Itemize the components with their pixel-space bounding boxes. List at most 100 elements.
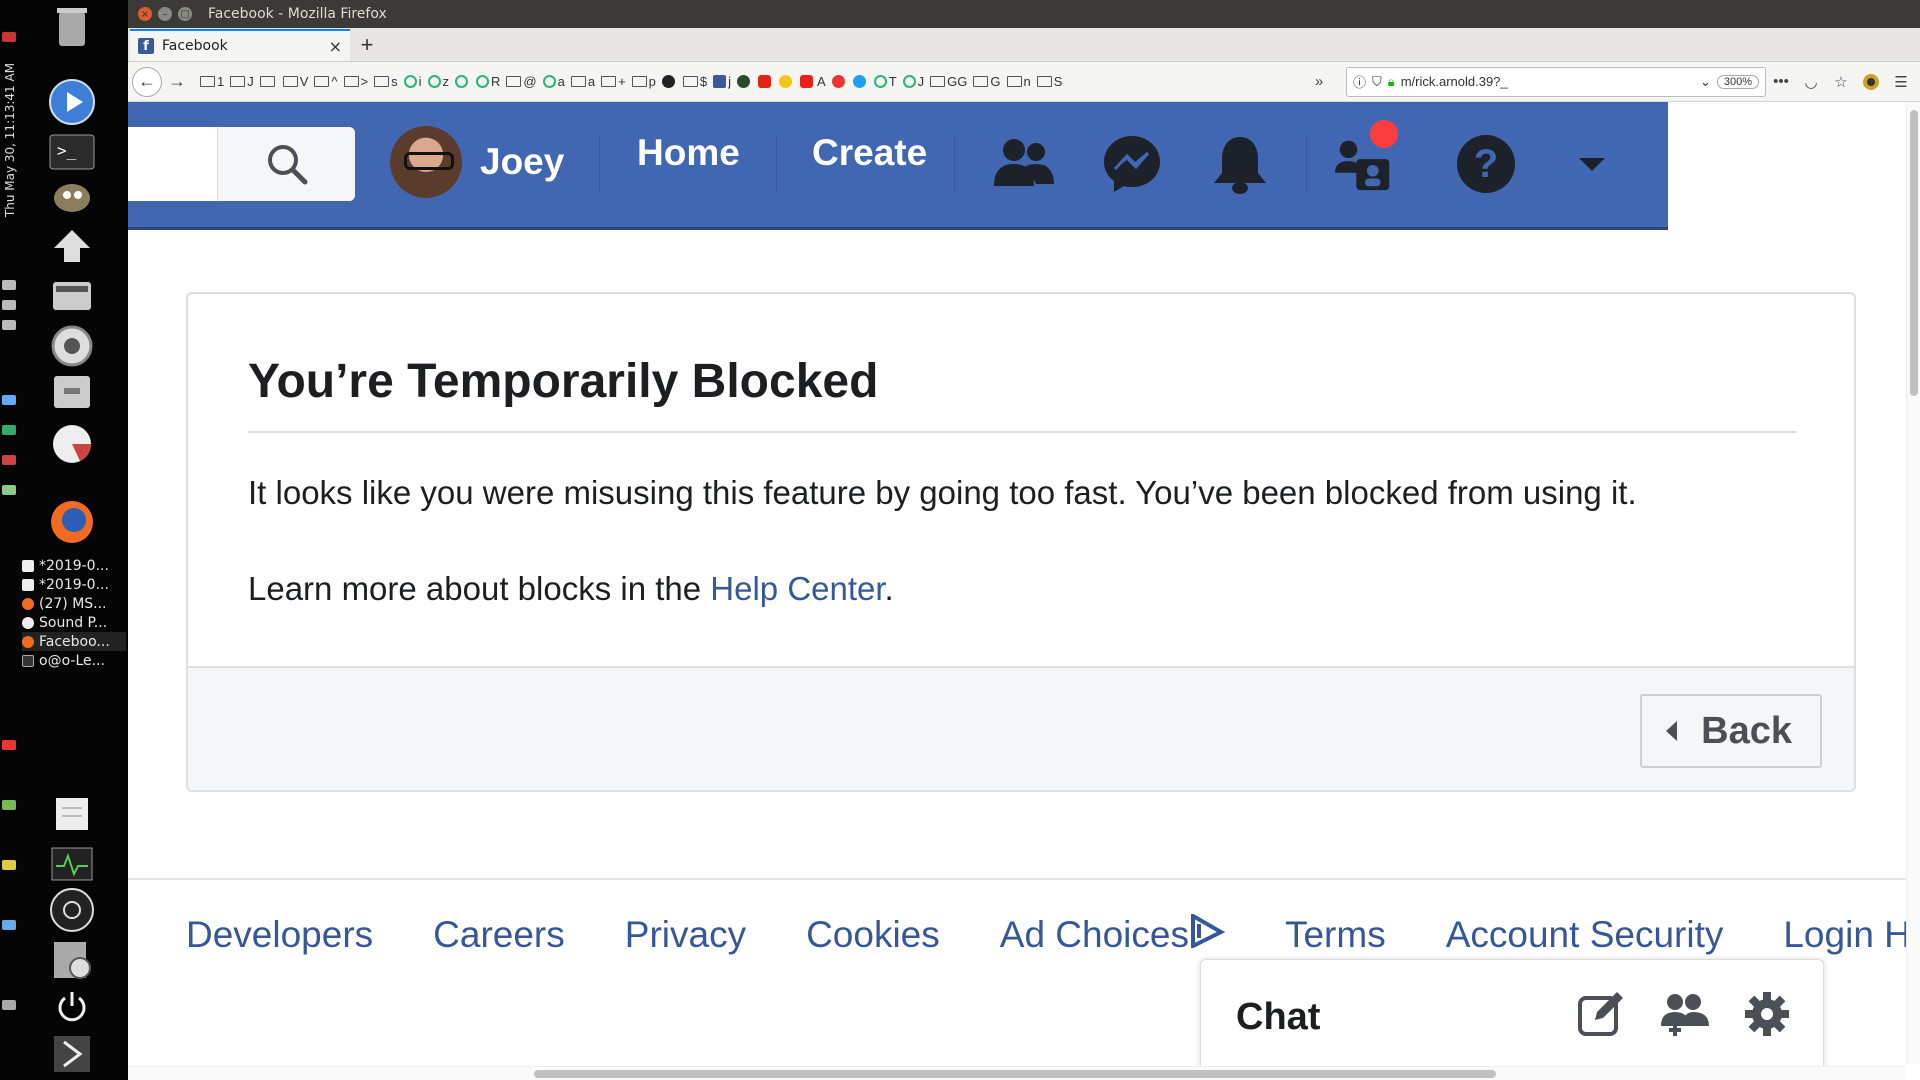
- footer-link-cookies[interactable]: Cookies: [806, 914, 940, 956]
- footer-link-terms[interactable]: Terms: [1285, 914, 1386, 956]
- bookmark-folder[interactable]: ^: [314, 74, 338, 89]
- tab-close-icon[interactable]: ×: [329, 37, 342, 56]
- tracking-shield-icon[interactable]: ⛉: [1372, 74, 1382, 90]
- bookmark-star-icon[interactable]: ☆: [1826, 67, 1856, 97]
- disk-utility-icon[interactable]: [48, 420, 96, 468]
- help-question-icon[interactable]: ?: [1454, 132, 1518, 196]
- webcam-icon[interactable]: [48, 936, 96, 984]
- footer-link-privacy[interactable]: Privacy: [625, 914, 746, 956]
- wifi-icon[interactable]: [2, 280, 16, 290]
- footer-link-developers[interactable]: Developers: [186, 914, 373, 956]
- volume-icon[interactable]: [2, 300, 16, 310]
- tray-app-icon[interactable]: [2, 920, 16, 930]
- bookmark-item[interactable]: J: [902, 74, 924, 89]
- bookmark-folder[interactable]: J: [230, 74, 254, 89]
- files-icon[interactable]: [48, 368, 96, 416]
- chat-sidebar-bar[interactable]: Chat: [1200, 959, 1824, 1080]
- bookmark-item[interactable]: R: [476, 74, 500, 89]
- friend-requests-icon[interactable]: [992, 132, 1056, 196]
- bookmark-folder[interactable]: @: [506, 74, 537, 89]
- forward-arrow-icon[interactable]: →: [162, 67, 192, 97]
- bookmark-folder[interactable]: S: [1036, 74, 1062, 89]
- bookmark-item[interactable]: z: [427, 74, 449, 89]
- firefox-icon[interactable]: [48, 498, 96, 546]
- create-link[interactable]: Create: [812, 132, 927, 174]
- messenger-icon[interactable]: [1100, 132, 1164, 196]
- bookmark-item[interactable]: [852, 75, 868, 88]
- bookmark-folder[interactable]: >: [343, 74, 368, 89]
- bookmark-item[interactable]: A: [800, 74, 826, 89]
- bookmark-folder[interactable]: p: [631, 74, 656, 89]
- tray-app-icon[interactable]: [2, 485, 16, 495]
- help-center-link[interactable]: Help Center: [710, 570, 884, 607]
- gimp-icon[interactable]: [48, 172, 96, 220]
- power-icon[interactable]: [48, 982, 96, 1030]
- extension-icon[interactable]: [1856, 67, 1886, 97]
- bookmark-folder[interactable]: [259, 76, 277, 87]
- tray-app-icon[interactable]: [2, 455, 16, 465]
- battery-icon[interactable]: [2, 320, 16, 330]
- url-dropdown-icon[interactable]: ⌄: [1700, 74, 1711, 90]
- hamburger-menu-icon[interactable]: ☰: [1886, 67, 1916, 97]
- horizontal-scrollbar[interactable]: [128, 1066, 1906, 1080]
- trash-icon[interactable]: [48, 2, 96, 50]
- media-player-icon[interactable]: [48, 78, 96, 126]
- bookmark-item[interactable]: T: [873, 74, 897, 89]
- bookmark-item[interactable]: i: [403, 74, 422, 89]
- page-actions-icon[interactable]: •••: [1766, 67, 1796, 97]
- bookmark-folder[interactable]: G: [973, 74, 1001, 89]
- bookmark-item[interactable]: [831, 75, 847, 88]
- obs-icon[interactable]: [48, 886, 96, 934]
- horizontal-scroll-thumb[interactable]: [534, 1070, 1496, 1078]
- bookmark-folder[interactable]: n: [1006, 74, 1031, 89]
- footer-link-ad-choices[interactable]: Ad Choices: [1000, 914, 1225, 956]
- text-editor-icon[interactable]: [48, 790, 96, 838]
- url-bar[interactable]: ⓘ ⛉ 🔒︎ m/rick.arnold.39?_ ⌄ 300%: [1346, 66, 1766, 97]
- window-minimize-button[interactable]: –: [158, 7, 172, 21]
- bookmark-item[interactable]: [737, 75, 752, 88]
- bookmark-item[interactable]: [455, 75, 470, 88]
- tray-icon[interactable]: [2, 32, 16, 42]
- home-link[interactable]: Home: [637, 132, 740, 174]
- bookmark-item[interactable]: [758, 75, 773, 88]
- terminal-icon[interactable]: >_: [48, 128, 96, 176]
- new-tab-button[interactable]: +: [350, 29, 384, 61]
- taskbar-item[interactable]: (27) MS...: [22, 594, 126, 613]
- tray-app-icon[interactable]: [2, 395, 16, 405]
- upload-icon[interactable]: [48, 222, 96, 270]
- bookmark-folder[interactable]: +: [601, 74, 626, 89]
- tray-app-icon[interactable]: [2, 425, 16, 435]
- back-arrow-icon[interactable]: ←: [132, 66, 162, 97]
- bookmark-folder[interactable]: s: [374, 74, 398, 89]
- bookmark-item[interactable]: j: [713, 74, 731, 89]
- window-maximize-button[interactable]: □: [178, 7, 192, 21]
- taskbar-item[interactable]: *2019-0...: [22, 556, 126, 575]
- taskbar-item[interactable]: Sound P...: [22, 613, 126, 632]
- system-monitor-icon[interactable]: [48, 840, 96, 888]
- bookmark-item[interactable]: [779, 75, 794, 88]
- account-menu-chevron-icon[interactable]: [1560, 132, 1624, 196]
- footer-link-careers[interactable]: Careers: [433, 914, 565, 956]
- bookmark-folder[interactable]: GG: [930, 74, 967, 89]
- create-group-icon[interactable]: [1659, 988, 1711, 1040]
- chat-settings-gear-icon[interactable]: [1741, 988, 1793, 1040]
- search-button[interactable]: [217, 127, 355, 201]
- scanner-icon[interactable]: [48, 272, 96, 320]
- bookmarks-overflow-icon[interactable]: »: [1304, 67, 1334, 97]
- vertical-scroll-thumb[interactable]: [1910, 110, 1918, 396]
- tray-app-icon[interactable]: [2, 800, 16, 810]
- back-button[interactable]: Back: [1640, 694, 1822, 768]
- bookmark-folder[interactable]: a: [570, 74, 595, 89]
- ubuntu-settings-icon[interactable]: [48, 322, 96, 370]
- new-message-icon[interactable]: [1575, 988, 1627, 1040]
- tab-facebook[interactable]: f Facebook ×: [130, 29, 350, 61]
- bookmark-folder[interactable]: 1: [200, 74, 224, 89]
- tray-app-icon[interactable]: [2, 860, 16, 870]
- zoom-indicator[interactable]: 300%: [1716, 74, 1759, 89]
- notifications-bell-icon[interactable]: [1208, 132, 1272, 196]
- site-info-icon[interactable]: ⓘ: [1353, 72, 1366, 91]
- bookmark-item[interactable]: a: [542, 74, 565, 89]
- url-text[interactable]: m/rick.arnold.39?_: [1401, 74, 1694, 89]
- pocket-icon[interactable]: ◡: [1796, 67, 1826, 97]
- window-close-button[interactable]: ×: [138, 7, 152, 21]
